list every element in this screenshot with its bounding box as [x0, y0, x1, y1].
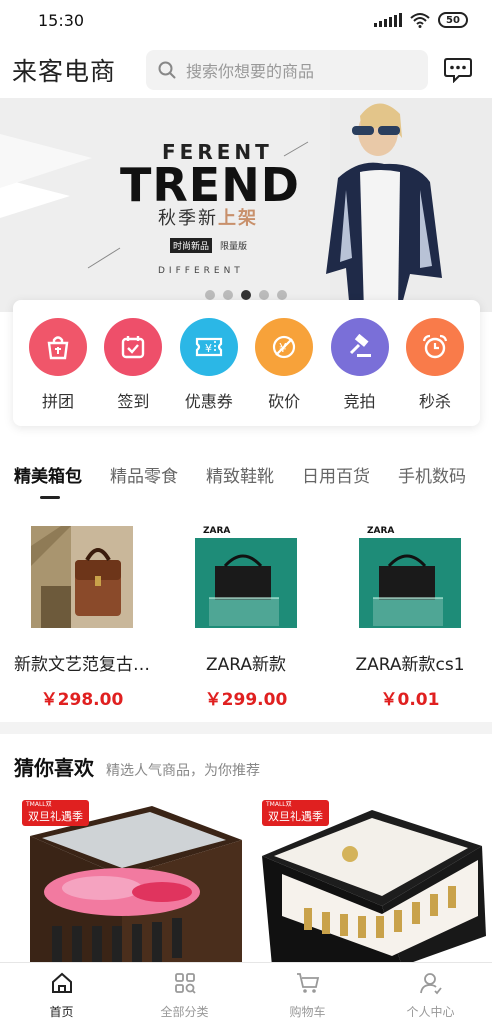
- quick-menu-label: 砍价: [268, 392, 301, 411]
- status-bar: 15:30 50: [0, 0, 492, 40]
- search-icon: [158, 61, 176, 79]
- zara-bag-image: [195, 526, 297, 628]
- product-card[interactable]: ZARA ZARA新款cs1 ￥0.01: [328, 526, 492, 710]
- bag-icon: [29, 318, 87, 376]
- quick-menu-item[interactable]: 拼团: [25, 318, 91, 426]
- signal-icon: [374, 13, 402, 27]
- product-image-zara: ZARA: [359, 526, 461, 628]
- recommend-title: 猜你喜欢: [14, 756, 94, 780]
- product-image-zara: ZARA: [195, 526, 297, 628]
- product-price: ￥298.00: [40, 690, 124, 710]
- banner-dot[interactable]: [277, 290, 287, 300]
- quick-menu-item[interactable]: 签到: [100, 318, 166, 426]
- section-divider: [0, 722, 492, 734]
- svg-text:¥: ¥: [205, 342, 212, 355]
- product-card[interactable]: ZARA ZARA新款 ￥299.00: [164, 526, 328, 710]
- zara-brand-mark: ZARA: [367, 526, 395, 536]
- banner-footer-text: DIFFERENT: [158, 266, 244, 276]
- quick-menu-label: 竞拍: [343, 392, 376, 411]
- banner-tag-limited: 限量版: [220, 242, 248, 252]
- product-name: ZARA新款: [205, 655, 287, 675]
- price-cut-icon: ¥: [255, 318, 314, 376]
- recommend-header: 猜你喜欢 精选人气商品，为你推荐: [14, 752, 260, 781]
- promo-badge-text: 双旦礼遇季: [28, 810, 83, 823]
- quick-menu-label: 签到: [117, 392, 150, 411]
- promo-badge-top: TMALL双: [26, 801, 52, 808]
- banner-dot[interactable]: [259, 290, 269, 300]
- banner-subtitle-main: 秋季新: [158, 208, 218, 229]
- tabbar-item[interactable]: 全部分类: [123, 963, 246, 1024]
- promo-banner[interactable]: FERENT TREND 秋季新上架 时尚新品 限量版 DIFFERENT: [0, 98, 492, 312]
- product-name: 新款文艺范复古…: [14, 655, 150, 675]
- tabbar-item[interactable]: 个人中心: [369, 963, 492, 1024]
- tabbar-label: 全部分类: [160, 1005, 209, 1019]
- category-grid-icon: [173, 971, 197, 999]
- quick-menu-item[interactable]: 秒杀: [402, 318, 468, 426]
- tabbar-item[interactable]: 购物车: [246, 963, 369, 1024]
- quick-menu-item[interactable]: ¥ 砍价: [251, 318, 317, 426]
- category-tab[interactable]: 手机数码: [398, 462, 466, 499]
- banner-tag-new: 时尚新品: [170, 238, 213, 253]
- battery-icon: 50: [438, 12, 468, 28]
- wifi-icon: [410, 13, 430, 28]
- quick-menu-item[interactable]: 竞拍: [327, 318, 393, 426]
- quick-menu-label: 秒杀: [418, 392, 451, 411]
- product-name: ZARA新款cs1: [355, 655, 465, 675]
- product-row: 新款文艺范复古… ￥298.00 ZARA ZARA新款 ￥299.00 ZAR…: [0, 526, 492, 710]
- header: 来客电商 搜索你想要的商品: [0, 44, 492, 96]
- leather-bag-image: [31, 526, 133, 628]
- calendar-check-icon: [104, 318, 163, 376]
- home-icon: [50, 971, 74, 999]
- message-icon[interactable]: [444, 57, 472, 83]
- zara-brand-mark: ZARA: [203, 526, 231, 536]
- search-input[interactable]: 搜索你想要的商品: [146, 50, 428, 90]
- banner-dot[interactable]: [223, 290, 233, 300]
- search-placeholder: 搜索你想要的商品: [186, 62, 315, 81]
- recommend-card[interactable]: TMALL双 双旦礼遇季: [252, 796, 486, 962]
- banner-dot[interactable]: [241, 290, 251, 300]
- promo-badge-text: 双旦礼遇季: [268, 810, 323, 823]
- category-tabs: 精美箱包 精品零食 精致鞋靴 日用百货 手机数码: [0, 462, 492, 506]
- alarm-clock-icon: [405, 318, 464, 376]
- category-tab[interactable]: 精美箱包: [14, 462, 82, 499]
- promo-badge: TMALL双 双旦礼遇季: [262, 800, 329, 826]
- product-image-bag: [31, 526, 133, 628]
- bottom-tabbar: 首页 全部分类 购物车 个人中心: [0, 962, 492, 1024]
- quick-menu-label: 优惠券: [184, 392, 233, 411]
- auction-hammer-icon: [330, 318, 389, 376]
- app-logo: 来客电商: [12, 57, 117, 86]
- recommend-card[interactable]: TMALL双 双旦礼遇季: [12, 796, 246, 962]
- banner-dot[interactable]: [205, 290, 215, 300]
- recommend-grid: TMALL双 双旦礼遇季 TMALL双 双旦礼遇季: [0, 796, 492, 962]
- cart-icon: [295, 971, 321, 999]
- banner-pagination: [0, 290, 492, 300]
- user-icon: [419, 971, 443, 999]
- tabbar-label: 首页: [49, 1005, 74, 1019]
- status-icons: 50: [374, 12, 468, 28]
- tabbar-label: 购物车: [289, 1005, 326, 1019]
- banner-subtitle-highlight: 上架: [218, 208, 258, 229]
- category-tab[interactable]: 精致鞋靴: [206, 462, 274, 499]
- tabbar-item[interactable]: 首页: [0, 963, 123, 1024]
- promo-badge: TMALL双 双旦礼遇季: [22, 800, 89, 826]
- zara-bag-image: [359, 526, 461, 628]
- coupon-icon: ¥: [179, 318, 238, 376]
- recommend-subtitle: 精选人气商品，为你推荐: [106, 763, 260, 779]
- banner-tags: 时尚新品 限量版: [170, 238, 249, 253]
- banner-subtitle: 秋季新上架: [158, 204, 258, 230]
- promo-badge-top: TMALL双: [266, 801, 292, 808]
- product-card[interactable]: 新款文艺范复古… ￥298.00: [0, 526, 164, 710]
- category-tab[interactable]: 日用百货: [302, 462, 370, 499]
- product-price: ￥299.00: [204, 690, 288, 710]
- quick-menu-item[interactable]: ¥ 优惠券: [176, 318, 242, 426]
- status-time: 15:30: [38, 10, 85, 30]
- category-tab[interactable]: 精品零食: [110, 462, 178, 499]
- quick-menu-label: 拼团: [41, 392, 74, 411]
- product-price: ￥0.01: [380, 690, 440, 710]
- quick-menu: 拼团 签到 ¥ 优惠券 ¥ 砍价 竞拍 秒杀: [13, 300, 480, 426]
- tabbar-label: 个人中心: [406, 1005, 455, 1019]
